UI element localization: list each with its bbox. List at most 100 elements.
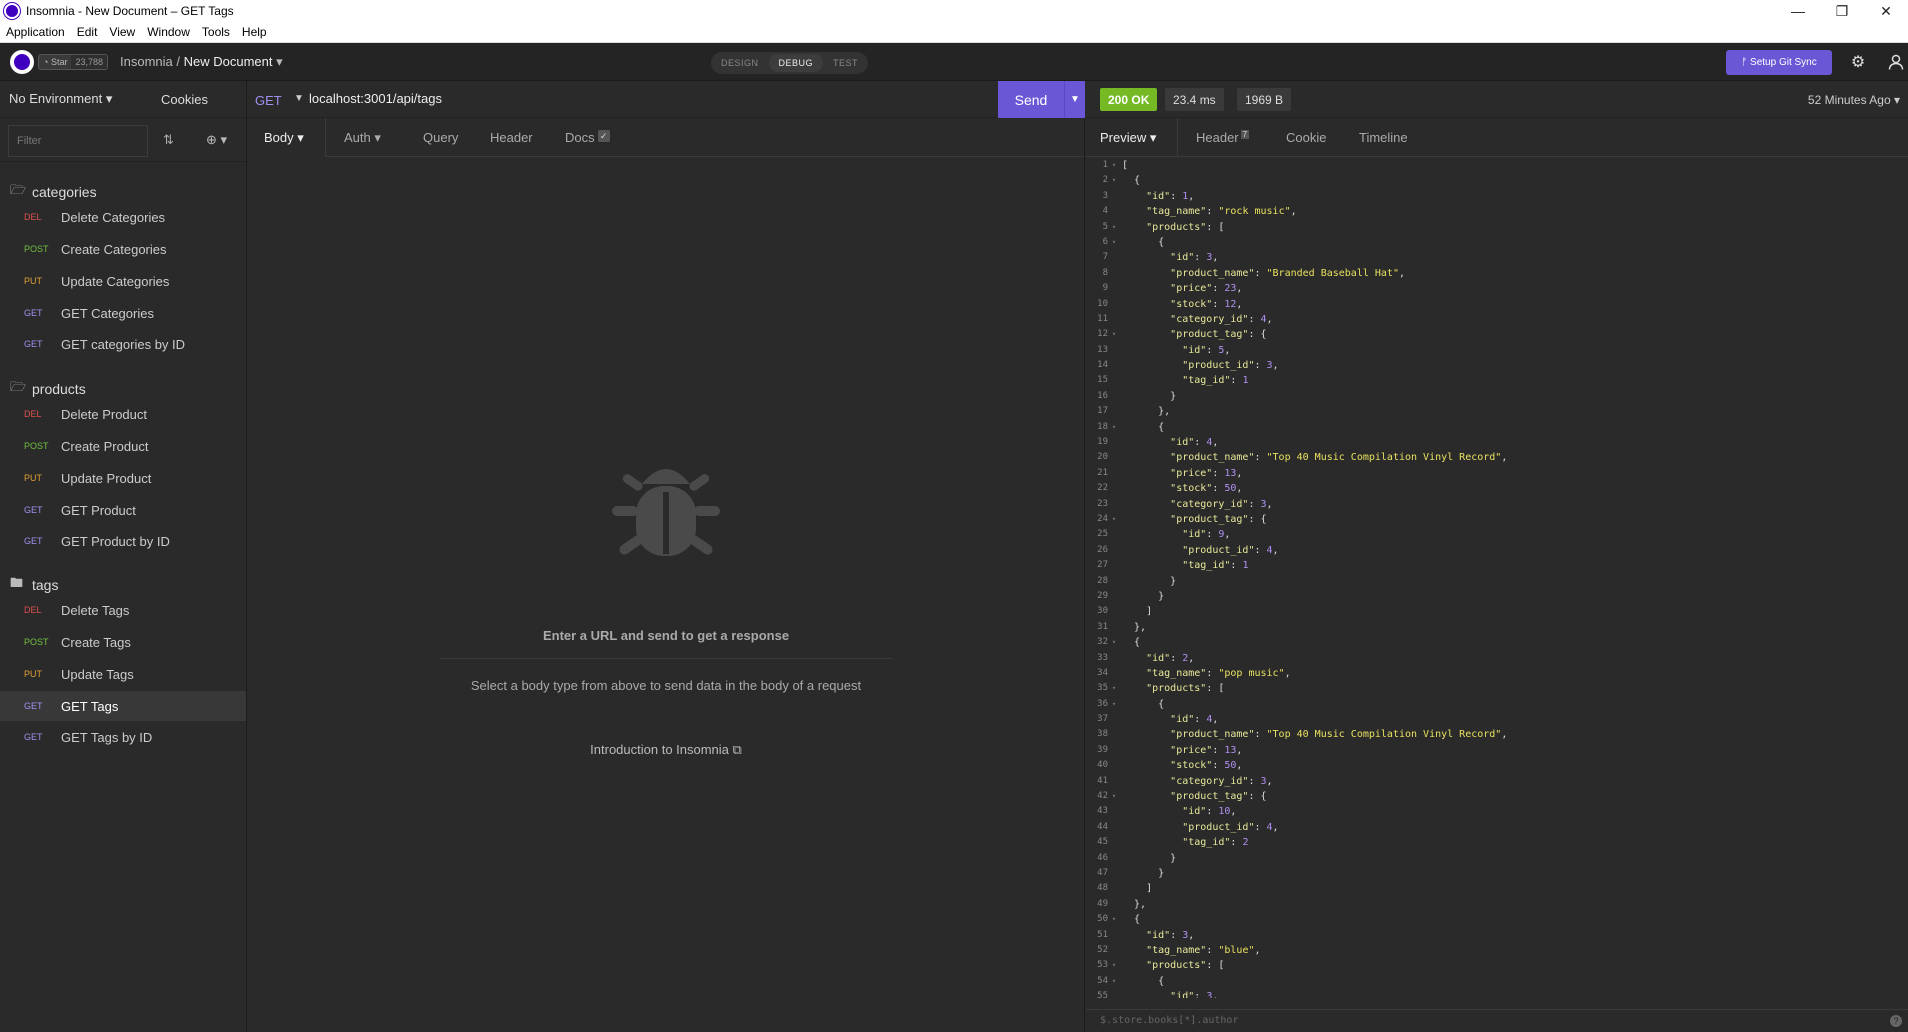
sidebar-request-item[interactable]: DEL Delete Categories (0, 202, 246, 232)
line-number: 34 (1097, 667, 1108, 678)
add-menu-icon[interactable]: ⊕ ▾ (206, 132, 227, 148)
account-icon[interactable] (1886, 52, 1906, 72)
fold-toggle-icon[interactable]: ▾ (1110, 635, 1118, 650)
request-method-badge: DEL (24, 409, 42, 419)
code-text: "tag_name": "blue", (1146, 944, 1261, 956)
breadcrumb-workspace[interactable]: Insomnia (120, 54, 173, 69)
menu-edit[interactable]: Edit (77, 25, 98, 39)
sidebar-folder-tags[interactable]: 🖿 tags (10, 574, 58, 596)
tab-response-header[interactable]: Header 7 (1196, 130, 1250, 145)
intro-to-insomnia-link[interactable]: Introduction to Insomnia ⧉ (247, 742, 1085, 758)
menu-tools[interactable]: Tools (202, 25, 230, 39)
fold-toggle-icon[interactable]: ▾ (1110, 220, 1118, 235)
fold-gutter (1110, 312, 1118, 327)
fold-toggle-icon[interactable]: ▾ (1110, 327, 1118, 342)
tab-preview[interactable]: Preview ▾ (1100, 130, 1156, 146)
sidebar-request-item[interactable]: GET GET Product (0, 495, 246, 525)
fold-gutter (1110, 943, 1118, 958)
sidebar-request-item[interactable]: GET GET Categories (0, 298, 246, 328)
code-line: 28 } (1086, 574, 1908, 589)
git-sync-label: Setup Git Sync (1750, 57, 1817, 68)
response-filter-input[interactable]: $.store.books[*].author (1100, 1015, 1238, 1026)
chevron-down-icon: ▾ (297, 130, 304, 145)
minimize-icon[interactable]: — (1776, 0, 1820, 22)
sidebar-request-item[interactable]: DEL Delete Product (0, 399, 246, 429)
url-input[interactable]: localhost:3001/api/tags (309, 91, 442, 106)
code-text: "product_id": 4, (1182, 544, 1279, 556)
empty-state-title: Enter a URL and send to get a response (542, 628, 790, 643)
breadcrumb-document[interactable]: New Document (184, 54, 273, 69)
method-selector[interactable]: GET (255, 93, 282, 108)
sidebar-request-item[interactable]: GET GET Tags (0, 691, 246, 721)
sidebar-request-item[interactable]: POST Create Product (0, 431, 246, 461)
fold-toggle-icon[interactable]: ▾ (1110, 173, 1118, 188)
chevron-down-icon[interactable]: ▾ (276, 54, 283, 69)
code-line: 54 ▾ { (1086, 974, 1908, 989)
send-options-icon[interactable]: ▼ (1064, 81, 1085, 118)
github-star-badge[interactable]: ◔ Star 23,788 (38, 54, 108, 70)
fold-toggle-icon[interactable]: ▾ (1110, 235, 1118, 250)
sidebar-request-item[interactable]: DEL Delete Tags (0, 595, 246, 625)
tab-query[interactable]: Query (423, 130, 458, 145)
tab-docs[interactable]: Docs ✓ (565, 130, 610, 145)
insomnia-logo-icon[interactable] (10, 50, 34, 74)
code-line: 37 "id": 4, (1086, 712, 1908, 727)
sidebar-request-item[interactable]: GET GET Product by ID (0, 526, 246, 556)
line-number: 31 (1097, 621, 1108, 632)
tab-timeline[interactable]: Timeline (1359, 130, 1408, 145)
fold-toggle-icon[interactable]: ▾ (1110, 697, 1118, 712)
response-body-viewer[interactable]: 1 ▾[2 ▾ {3 "id": 1, 4 "tag_name": "rock mus… (1086, 158, 1908, 998)
fold-toggle-icon[interactable]: ▾ (1110, 912, 1118, 927)
request-label: GET Tags (61, 698, 119, 714)
line-number: 50 (1097, 914, 1108, 925)
gear-icon[interactable]: ⚙ (1848, 52, 1868, 72)
fold-toggle-icon[interactable]: ▾ (1110, 512, 1118, 527)
chevron-down-icon[interactable]: ▼ (294, 93, 304, 104)
setup-git-sync-button[interactable]: ᚠ Setup Git Sync (1726, 50, 1832, 75)
sidebar-request-item[interactable]: PUT Update Tags (0, 659, 246, 689)
mode-design[interactable]: DESIGN (711, 54, 769, 72)
code-line: 7 "id": 3, (1086, 250, 1908, 265)
fold-toggle-icon[interactable]: ▾ (1110, 789, 1118, 804)
send-button[interactable]: Send (998, 81, 1064, 118)
sidebar-request-item[interactable]: POST Create Categories (0, 234, 246, 264)
line-number: 16 (1097, 390, 1108, 401)
sidebar-request-item[interactable]: PUT Update Product (0, 463, 246, 493)
cookies-button[interactable]: Cookies (161, 92, 208, 107)
line-number: 17 (1097, 406, 1108, 417)
mode-debug[interactable]: DEBUG (768, 54, 824, 72)
menu-help[interactable]: Help (242, 25, 267, 39)
tab-auth[interactable]: Auth ▾ (344, 130, 381, 146)
chevron-down-icon: ▾ (1893, 93, 1900, 107)
help-icon[interactable]: ? (1890, 1015, 1902, 1027)
fold-toggle-icon[interactable]: ▾ (1110, 974, 1118, 989)
menu-window[interactable]: Window (147, 25, 190, 39)
fold-toggle-icon[interactable]: ▾ (1110, 158, 1118, 173)
fold-toggle-icon[interactable]: ▾ (1110, 958, 1118, 973)
sidebar-request-item[interactable]: PUT Update Categories (0, 266, 246, 296)
line-number: 41 (1097, 775, 1108, 786)
sidebar-request-item[interactable]: GET GET categories by ID (0, 329, 246, 359)
restore-icon[interactable]: ❐ (1820, 0, 1864, 22)
sidebar-filter-input[interactable]: Filter (8, 125, 148, 157)
sidebar-folder-products[interactable]: 🗁 products (10, 378, 86, 400)
tab-cookie[interactable]: Cookie (1286, 130, 1326, 145)
sidebar-request-item[interactable]: POST Create Tags (0, 627, 246, 657)
sidebar-request-item[interactable]: GET GET Tags by ID (0, 722, 246, 752)
environment-selector[interactable]: No Environment ▾ (9, 91, 112, 107)
tab-auth-label: Auth (344, 130, 371, 145)
mode-test[interactable]: TEST (823, 54, 868, 72)
tab-body[interactable]: Body ▾ (264, 130, 304, 146)
code-text: "id": 3, (1170, 252, 1219, 264)
menu-view[interactable]: View (109, 25, 135, 39)
line-number: 13 (1097, 344, 1108, 355)
sort-icon[interactable]: ⇅ (163, 132, 174, 148)
response-history-dropdown[interactable]: 52 Minutes Ago ▾ (1808, 93, 1900, 107)
sidebar-folder-categories[interactable]: 🗁 categories (10, 181, 97, 203)
request-label: Create Categories (61, 241, 167, 257)
fold-toggle-icon[interactable]: ▾ (1110, 420, 1118, 435)
close-icon[interactable]: ✕ (1864, 0, 1908, 22)
menu-application[interactable]: Application (6, 25, 65, 39)
fold-toggle-icon[interactable]: ▾ (1110, 681, 1118, 696)
tab-header[interactable]: Header (490, 130, 533, 145)
